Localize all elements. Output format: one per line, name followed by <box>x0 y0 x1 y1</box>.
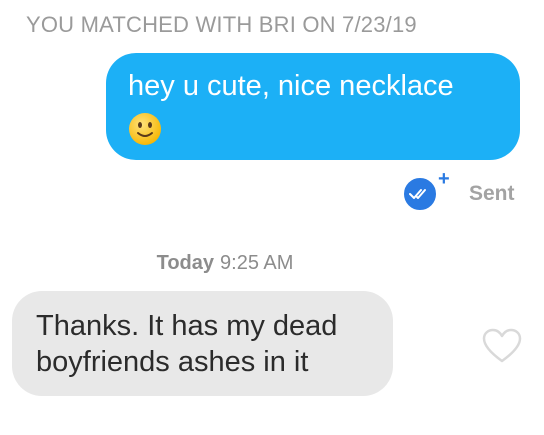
message-status: + Sent <box>400 168 520 212</box>
incoming-message-text: Thanks. It has my dead boyfriends ashes … <box>36 310 338 378</box>
match-header: YOU MATCHED WITH BRI ON 7/23/19 <box>26 12 417 37</box>
incoming-message-bubble[interactable]: Thanks. It has my dead boyfriends ashes … <box>12 291 393 396</box>
plus-icon[interactable]: + <box>438 168 450 191</box>
outgoing-message-text: hey u cute, nice necklace <box>128 70 454 102</box>
chat-thread: YOU MATCHED WITH BRI ON 7/23/19 hey u cu… <box>0 0 544 435</box>
outgoing-message-bubble[interactable]: hey u cute, nice necklace <box>106 53 520 160</box>
heart-outline-icon[interactable] <box>482 328 522 364</box>
slightly-smiling-face-icon <box>128 112 162 155</box>
double-check-icon <box>402 176 438 212</box>
timestamp-day: Today <box>156 252 215 274</box>
timestamp-time: 9:25 AM <box>220 252 294 274</box>
message-timestamp: Today 9:25 AM <box>0 252 450 275</box>
sent-status-label: Sent <box>469 182 515 205</box>
